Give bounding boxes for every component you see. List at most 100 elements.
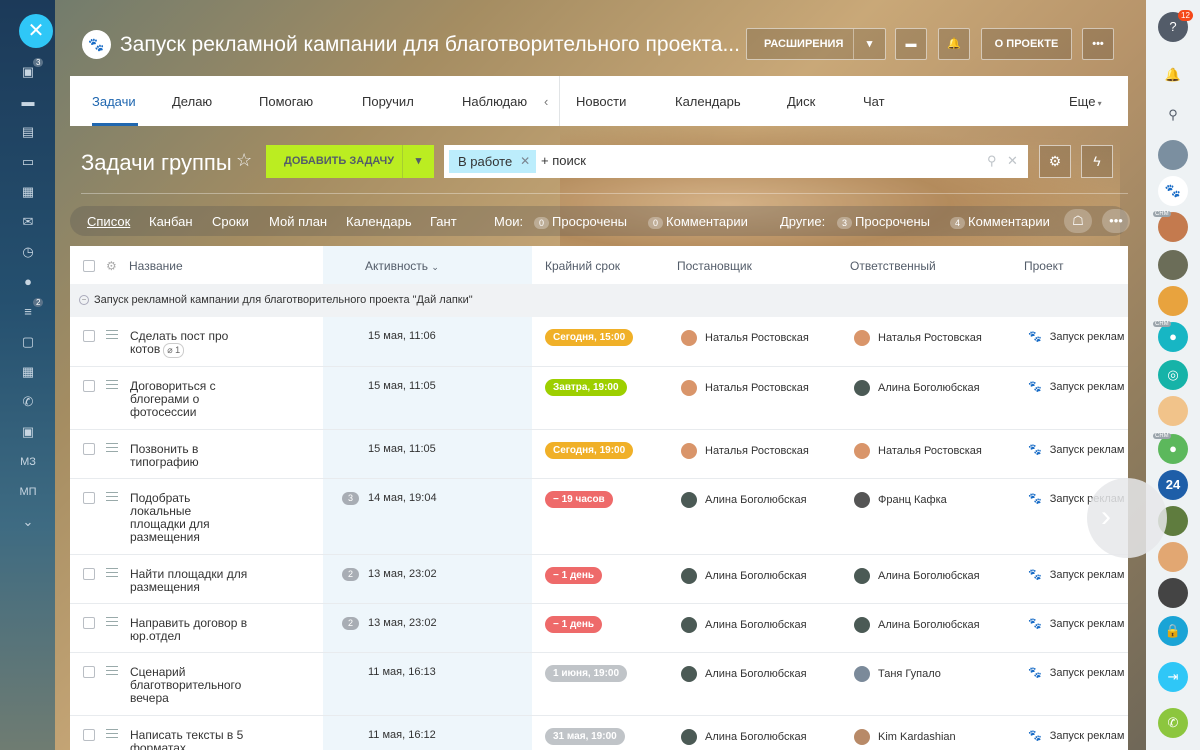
collapse-icon[interactable]: − bbox=[79, 295, 89, 305]
window-icon[interactable]: ▢ bbox=[17, 332, 39, 352]
responsible[interactable]: Алина Боголюбская bbox=[854, 568, 980, 584]
deadline-badge[interactable]: 31 мая, 19:00 bbox=[545, 728, 625, 745]
column-name[interactable]: Название bbox=[129, 259, 183, 273]
task-name-link[interactable]: Написать тексты в 5 форматах bbox=[130, 729, 250, 750]
apps-icon[interactable]: ▦ bbox=[17, 362, 39, 382]
about-project-button[interactable]: О ПРОЕКТЕ bbox=[981, 28, 1072, 60]
view-calendar[interactable]: Календарь bbox=[346, 214, 412, 229]
tab-news[interactable]: Новости bbox=[576, 94, 626, 109]
responsible[interactable]: Наталья Ростовская bbox=[854, 330, 982, 346]
table-row[interactable]: Сценарий благотворительного вечера 11 мая… bbox=[70, 653, 1128, 716]
search-icon[interactable]: ⚲ bbox=[987, 153, 997, 169]
deadline-badge[interactable]: Сегодня, 15:00 bbox=[545, 329, 634, 346]
tab-doing[interactable]: Делаю bbox=[172, 94, 212, 109]
row-checkbox[interactable] bbox=[83, 330, 95, 342]
close-icon[interactable]: ✕ bbox=[19, 14, 53, 48]
creator[interactable]: Алина Боголюбская bbox=[681, 729, 807, 745]
view-kanban[interactable]: Канбан bbox=[149, 214, 193, 229]
open-line-icon[interactable]: ◎ bbox=[1158, 360, 1188, 390]
drag-handle-icon[interactable] bbox=[106, 568, 118, 577]
groups-icon[interactable]: ● bbox=[17, 272, 39, 292]
star-icon[interactable]: ☆ bbox=[236, 150, 252, 171]
table-row[interactable]: Найти площадки для размещения 2 13 мая, 23… bbox=[70, 555, 1128, 604]
mail-icon[interactable]: ✉ bbox=[17, 212, 39, 232]
tab-more[interactable]: Еще ▾ bbox=[1069, 94, 1102, 109]
avatar[interactable] bbox=[1158, 542, 1188, 572]
search-filter[interactable]: В работе ✕ + поиск ⚲ ✕ bbox=[444, 145, 1028, 178]
creator[interactable]: Наталья Ростовская bbox=[681, 330, 809, 346]
task-name-link[interactable]: Найти площадки для размещения bbox=[130, 568, 250, 594]
phone-icon[interactable]: ✆ bbox=[1158, 708, 1188, 738]
deadline-badge[interactable]: Сегодня, 19:00 bbox=[545, 442, 634, 459]
table-row[interactable]: Сделать пост про котов ⌀ 1 15 мая, 11:06 Се… bbox=[70, 317, 1128, 367]
feed-icon[interactable]: ▤ bbox=[17, 122, 39, 142]
responsible[interactable]: Франц Кафка bbox=[854, 492, 947, 508]
project-link[interactable]: 🐾 Запуск реклам bbox=[1028, 330, 1124, 343]
add-task-button[interactable]: ДОБАВИТЬ ЗАДАЧУ ▾ bbox=[266, 145, 434, 178]
deadline-badge[interactable]: Завтра, 19:00 bbox=[545, 379, 627, 396]
more-button[interactable]: ••• bbox=[1102, 209, 1130, 233]
exit-icon[interactable]: ⇥ bbox=[1158, 662, 1188, 692]
tab-disk[interactable]: Диск bbox=[787, 94, 815, 109]
avatar[interactable] bbox=[1158, 578, 1188, 608]
filter-chip[interactable]: В работе ✕ bbox=[449, 150, 537, 173]
paw-icon[interactable]: 🐾 bbox=[1158, 176, 1188, 206]
creator[interactable]: Алина Боголюбская bbox=[681, 666, 807, 682]
close-icon[interactable]: ✕ bbox=[1007, 153, 1018, 169]
tab-calendar[interactable]: Календарь bbox=[675, 94, 741, 109]
drag-handle-icon[interactable] bbox=[106, 443, 118, 452]
deadline-badge[interactable]: − 19 часов bbox=[545, 491, 613, 508]
robot-icon[interactable]: ☖ bbox=[1064, 209, 1092, 233]
drag-handle-icon[interactable] bbox=[106, 666, 118, 675]
task-name-link[interactable]: Направить договор в юр.отдел bbox=[130, 617, 250, 643]
lightning-icon[interactable]: ϟ bbox=[1081, 145, 1113, 178]
chevron-down-icon[interactable]: ⌄ bbox=[17, 512, 39, 532]
chevron-right-icon[interactable]: › bbox=[1087, 478, 1167, 558]
project-link[interactable]: 🐾 Запуск реклам bbox=[1028, 380, 1124, 393]
row-checkbox[interactable] bbox=[83, 568, 95, 580]
bitrix24-icon[interactable]: 24 bbox=[1158, 470, 1188, 500]
avatar[interactable] bbox=[1158, 250, 1188, 280]
chevron-down-icon[interactable]: ▾ bbox=[853, 29, 885, 59]
avatar[interactable] bbox=[1158, 286, 1188, 316]
chat-icon[interactable]: ▬ bbox=[17, 92, 39, 112]
deadline-badge[interactable]: − 1 день bbox=[545, 616, 603, 633]
creator[interactable]: Алина Боголюбская bbox=[681, 617, 807, 633]
column-deadline[interactable]: Крайний срок bbox=[545, 259, 620, 273]
extensions-button[interactable]: РАСШИРЕНИЯ ▾ bbox=[746, 28, 886, 60]
tab-chat[interactable]: Чат bbox=[863, 94, 885, 109]
task-name-link[interactable]: Договориться с блогерами о фотосессии bbox=[130, 380, 250, 419]
tab-assigned[interactable]: Поручил bbox=[362, 94, 414, 109]
gear-icon[interactable]: ⚙ bbox=[1039, 145, 1071, 178]
row-checkbox[interactable] bbox=[83, 443, 95, 455]
bell-icon[interactable]: 🔔 bbox=[938, 28, 970, 60]
task-name-link[interactable]: Позвонить в типографию bbox=[130, 443, 250, 469]
tab-tasks[interactable]: Задачи bbox=[92, 94, 136, 109]
phone-icon[interactable]: ✆ bbox=[17, 392, 39, 412]
creator[interactable]: Наталья Ростовская bbox=[681, 443, 809, 459]
card-icon[interactable]: ▣ bbox=[17, 422, 39, 442]
column-project[interactable]: Проект bbox=[1024, 259, 1064, 273]
creator[interactable]: Алина Боголюбская bbox=[681, 492, 807, 508]
chevron-down-icon[interactable]: ▾ bbox=[402, 145, 434, 178]
search-input[interactable]: + поиск bbox=[541, 153, 586, 168]
column-responsible[interactable]: Ответственный bbox=[850, 259, 936, 273]
drag-handle-icon[interactable] bbox=[106, 380, 118, 389]
drag-handle-icon[interactable] bbox=[106, 617, 118, 626]
view-my-plan[interactable]: Мой план bbox=[269, 214, 327, 229]
creator[interactable]: Наталья Ростовская bbox=[681, 380, 809, 396]
others-comments-counter[interactable]: 4 Комментарии bbox=[950, 214, 1050, 229]
table-row[interactable]: Написать тексты в 5 форматах 11 мая, 16:1… bbox=[70, 716, 1128, 750]
bell-icon[interactable]: 🔔 bbox=[1158, 60, 1188, 90]
row-checkbox[interactable] bbox=[83, 666, 95, 678]
table-row[interactable]: Позвонить в типографию 15 мая, 11:05 Сегод… bbox=[70, 430, 1128, 479]
row-checkbox[interactable] bbox=[83, 617, 95, 629]
creator[interactable]: Алина Боголюбская bbox=[681, 568, 807, 584]
project-link[interactable]: 🐾 Запуск реклам bbox=[1028, 666, 1124, 679]
responsible[interactable]: Алина Боголюбская bbox=[854, 380, 980, 396]
mine-comments-counter[interactable]: 0 Комментарии bbox=[648, 214, 748, 229]
select-all-checkbox[interactable] bbox=[83, 260, 95, 272]
task-name-link[interactable]: Подобрать локальные площадки для размеще… bbox=[130, 492, 250, 544]
deadline-badge[interactable]: − 1 день bbox=[545, 567, 603, 584]
row-checkbox[interactable] bbox=[83, 492, 95, 504]
